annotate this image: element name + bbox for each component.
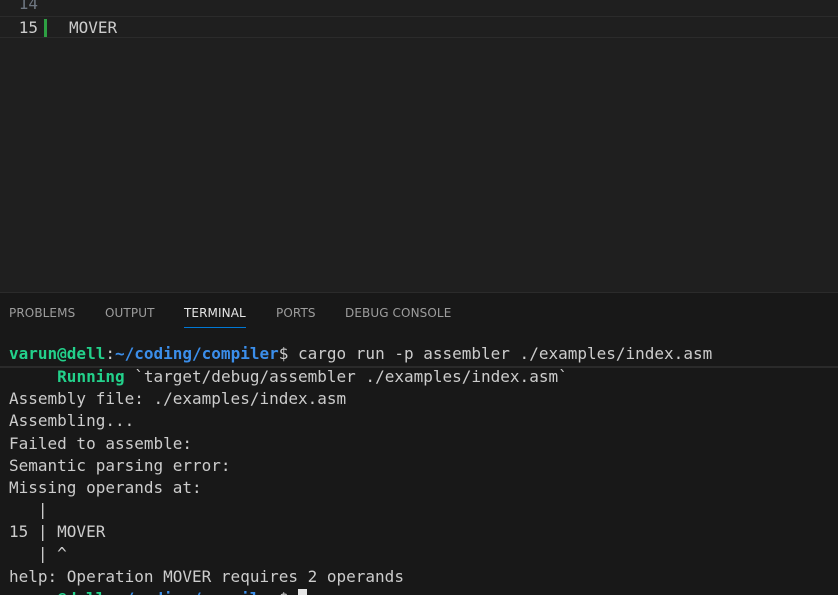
terminal-output-line: 15 | MOVER (9, 522, 106, 541)
bottom-panel: PROBLEMS OUTPUT TERMINAL PORTS DEBUG CON… (0, 292, 838, 595)
terminal-command-line: varun@dell:~/coding/compiler$ cargo run … (9, 343, 712, 365)
line-number: 14 (18, 0, 38, 13)
terminal-output-line: Assembling... (9, 411, 135, 430)
command-text: cargo run -p assembler ./examples/index.… (298, 344, 713, 363)
prompt-user: varun@dell (9, 589, 105, 595)
terminal[interactable]: varun@dell:~/coding/compiler$ cargo run … (0, 337, 838, 595)
terminal-output-line: Semantic parsing error: (9, 456, 231, 475)
prompt-symbol: $ (278, 344, 298, 363)
running-label: Running (57, 367, 125, 386)
tab-terminal[interactable]: TERMINAL (184, 293, 246, 328)
running-text: `target/debug/assembler ./examples/index… (124, 367, 568, 386)
prompt-colon: : (105, 589, 115, 595)
code-line-15[interactable]: 15 MOVER (0, 16, 838, 38)
tab-debug-console[interactable]: DEBUG CONSOLE (345, 293, 451, 327)
terminal-output-line: help: Operation MOVER requires 2 operand… (9, 567, 404, 586)
terminal-output-line: | (9, 500, 48, 519)
terminal-output-line: Failed to assemble: (9, 434, 193, 453)
prompt-colon: : (105, 344, 115, 363)
terminal-output-line: Missing operands at: (9, 478, 202, 497)
editor[interactable]: 14 15 MOVER (0, 0, 838, 292)
tab-output[interactable]: OUTPUT (105, 293, 155, 327)
line-number: 15 (18, 18, 38, 37)
prompt-user: varun@dell (9, 344, 106, 363)
prompt-symbol: $ (279, 589, 298, 595)
terminal-prompt-line: varun@dell:~/coding/compiler$ (9, 588, 307, 595)
prompt-path: ~/coding/compiler (114, 344, 279, 363)
line-text: MOVER (69, 18, 118, 37)
tab-problems[interactable]: PROBLEMS (9, 293, 75, 327)
prompt-path: ~/coding/compiler (115, 589, 279, 595)
terminal-cursor (298, 589, 307, 595)
git-added-marker (44, 19, 47, 37)
terminal-running-line: Running `target/debug/assembler ./exampl… (9, 366, 568, 388)
terminal-output-line: | ^ (9, 544, 67, 563)
code-line-14[interactable]: 14 (0, 0, 838, 15)
terminal-output-line: Assembly file: ./examples/index.asm (9, 389, 347, 408)
tab-ports[interactable]: PORTS (276, 293, 316, 327)
panel-tabs: PROBLEMS OUTPUT TERMINAL PORTS DEBUG CON… (0, 293, 838, 329)
